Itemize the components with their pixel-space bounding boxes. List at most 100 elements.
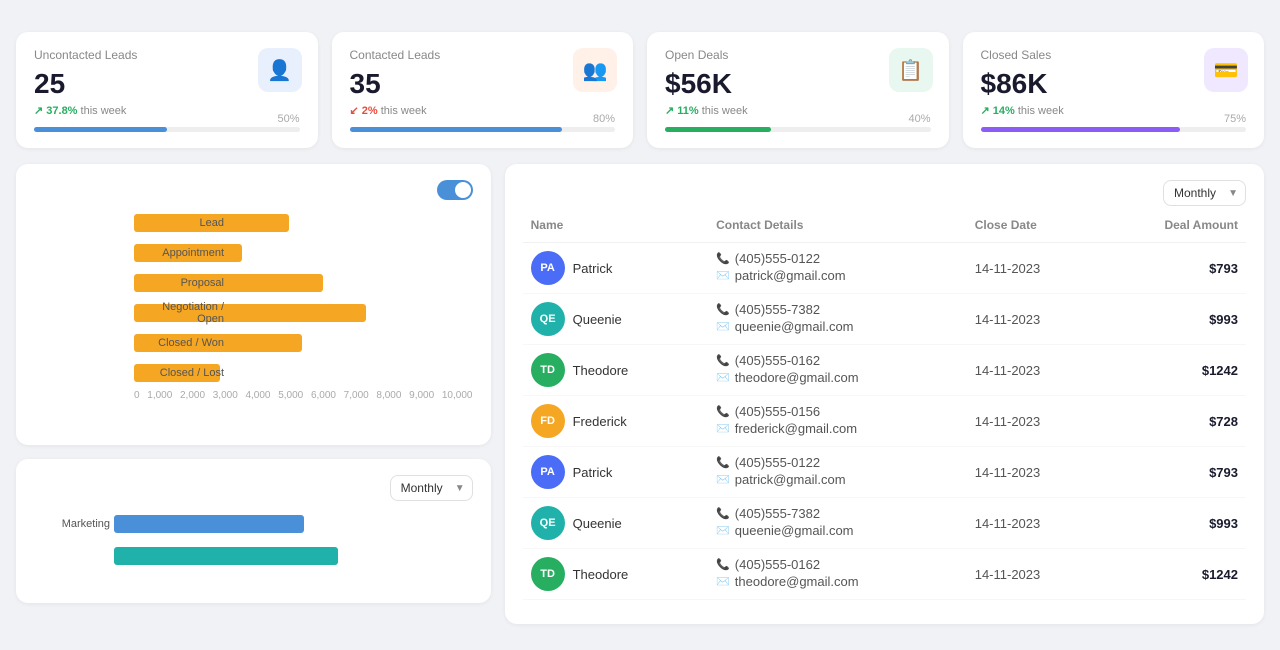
table-row: PA Patrick 📞 (405)555-0122 ✉️ patrick@gm…: [523, 243, 1246, 294]
contact-name: Theodore: [573, 363, 629, 378]
contact-cell: 📞 (405)555-0162 ✉️ theodore@gmail.com: [708, 549, 967, 600]
contact-name: Patrick: [573, 465, 613, 480]
contact-cell: 📞 (405)555-0122 ✉️ patrick@gmail.com: [708, 447, 967, 498]
close-date: 14-11-2023: [967, 549, 1100, 600]
close-date: 14-11-2023: [967, 600, 1100, 609]
deals-chart-header: [34, 180, 473, 200]
progress-pct: 40%: [908, 113, 930, 125]
contact-cell: 📞 (405)555-7382 ✉️ queenie@gmail.com: [708, 498, 967, 549]
trend-pct: ↙ 2%: [350, 105, 378, 117]
contact-cell: 📞 (405)555-0156 ✉️ frederick@gmail.com: [708, 396, 967, 447]
table-row: FD Frederick 📞 (405)555-0156 ✉️ frederic…: [523, 396, 1246, 447]
name-cell: QE Queenie: [523, 498, 708, 549]
metric-trend: ↙ 2% this week: [350, 104, 616, 117]
col-header: Deal Amount: [1100, 218, 1246, 243]
metric-icon: 📋: [889, 48, 933, 92]
potential-deals-dropdown[interactable]: MonthlyWeeklyYearly: [1163, 180, 1246, 206]
deal-amount: $793: [1100, 243, 1246, 294]
progress-pct: 75%: [1224, 113, 1246, 125]
phone-line: 📞 (405)555-0122: [716, 251, 959, 266]
leads-bar: [114, 547, 338, 565]
deal-amount: $993: [1100, 498, 1246, 549]
progress-fill: [981, 127, 1180, 132]
leads-source-header: MonthlyWeeklyYearly ▼: [34, 475, 473, 501]
deals-chart-panel: Lead Appointment Proposal Negotiation / …: [16, 164, 491, 445]
chart-row: Lead: [134, 212, 473, 234]
contact-name: Theodore: [573, 567, 629, 582]
chart-row: Closed / Won: [134, 332, 473, 354]
col-header: Contact Details: [708, 218, 967, 243]
progress-pct: 80%: [593, 113, 615, 125]
progress-bar: 80%: [350, 127, 616, 132]
progress-bar: 75%: [981, 127, 1247, 132]
deals-chart-toggle[interactable]: [437, 180, 473, 200]
contact-name: Patrick: [573, 261, 613, 276]
avatar: QE: [531, 302, 565, 336]
left-panels: Lead Appointment Proposal Negotiation / …: [16, 164, 491, 624]
phone-number: (405)555-7382: [735, 506, 820, 521]
name-cell: QE Queenie: [523, 294, 708, 345]
avatar: PA: [531, 455, 565, 489]
avatar: TD: [531, 353, 565, 387]
x-tick: 4,000: [245, 390, 270, 401]
email-address: frederick@gmail.com: [735, 421, 857, 436]
leads-bar: [114, 515, 304, 533]
name-cell: FD Frederick: [523, 600, 708, 609]
email-icon: ✉️: [716, 575, 730, 588]
name-cell: PA Patrick: [523, 447, 708, 498]
table-row: PA Patrick 📞 (405)555-0122 ✉️ patrick@gm…: [523, 447, 1246, 498]
table-row: QE Queenie 📞 (405)555-7382 ✉️ queenie@gm…: [523, 294, 1246, 345]
phone-number: (405)555-0122: [735, 455, 820, 470]
leads-source-dropdown[interactable]: MonthlyWeeklyYearly: [390, 475, 473, 501]
trend-pct: ↗ 14%: [981, 105, 1015, 117]
avatar: TD: [531, 557, 565, 591]
deals-table: NameContact DetailsClose DateDeal Amount…: [523, 218, 1246, 608]
table-row: FD Frederick 📞 (405)555-0156 ✉️ frederic…: [523, 600, 1246, 609]
close-date: 14-11-2023: [967, 447, 1100, 498]
chart-row: Negotiation / Open: [134, 302, 473, 324]
deal-amount: $1242: [1100, 345, 1246, 396]
metric-trend: ↗ 37.8% this week: [34, 104, 300, 117]
leads-bar-row: Marketing: [114, 513, 473, 535]
leads-bar-row: [114, 545, 473, 567]
email-line: ✉️ queenie@gmail.com: [716, 319, 959, 334]
deals-table-scroll[interactable]: NameContact DetailsClose DateDeal Amount…: [523, 218, 1246, 608]
email-line: ✉️ patrick@gmail.com: [716, 472, 959, 487]
x-tick: 7,000: [344, 390, 369, 401]
trend-label: this week: [381, 105, 427, 117]
close-date: 14-11-2023: [967, 396, 1100, 447]
deal-amount: $728: [1100, 396, 1246, 447]
phone-line: 📞 (405)555-7382: [716, 302, 959, 317]
contact-cell: 📞 (405)555-7382 ✉️ queenie@gmail.com: [708, 294, 967, 345]
name-cell: FD Frederick: [523, 396, 708, 447]
email-address: patrick@gmail.com: [735, 472, 846, 487]
name-cell: PA Patrick: [523, 243, 708, 294]
leads-bar-label: Marketing: [36, 518, 110, 530]
email-line: ✉️ frederick@gmail.com: [716, 421, 959, 436]
email-icon: ✉️: [716, 422, 730, 435]
progress-bar: 50%: [34, 127, 300, 132]
metric-card-open-deals: Open Deals $56K ↗ 11% this week 📋 40%: [647, 32, 949, 148]
phone-icon: 📞: [716, 252, 730, 265]
phone-line: 📞 (405)555-0162: [716, 557, 959, 572]
email-line: ✉️ queenie@gmail.com: [716, 523, 959, 538]
progress-fill: [665, 127, 771, 132]
progress-fill: [34, 127, 167, 132]
metric-card-closed-sales: Closed Sales $86K ↗ 14% this week 💳 75%: [963, 32, 1265, 148]
contact-name: Frederick: [573, 414, 627, 429]
trend-label: this week: [702, 105, 748, 117]
contact-cell: 📞 (405)555-0122 ✉️ patrick@gmail.com: [708, 243, 967, 294]
leads-source-panel: MonthlyWeeklyYearly ▼ Marketing: [16, 459, 491, 603]
potential-deals-dropdown-wrapper: MonthlyWeeklyYearly ▼: [1163, 180, 1246, 206]
close-date: 14-11-2023: [967, 294, 1100, 345]
email-line: ✉️ patrick@gmail.com: [716, 268, 959, 283]
x-tick: 6,000: [311, 390, 336, 401]
metric-trend: ↗ 14% this week: [981, 104, 1247, 117]
phone-number: (405)555-0162: [735, 353, 820, 368]
trend-pct: ↗ 11%: [665, 105, 699, 117]
x-tick: 1,000: [147, 390, 172, 401]
x-tick: 8,000: [376, 390, 401, 401]
potential-deals-panel: MonthlyWeeklyYearly ▼ NameContact Detail…: [505, 164, 1264, 624]
table-row: TD Theodore 📞 (405)555-0162 ✉️ theodore@…: [523, 345, 1246, 396]
x-tick: 0: [134, 390, 140, 401]
